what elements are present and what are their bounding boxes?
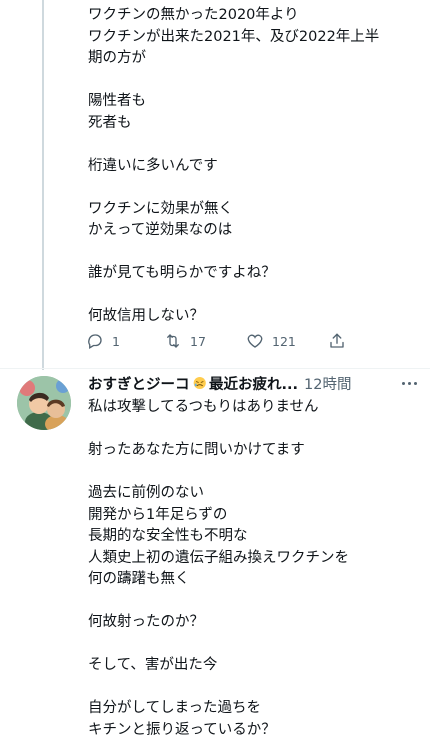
tweet-line: 過去に前例のない xyxy=(88,485,204,501)
tweet-line: キチンと振り返っているか？ xyxy=(88,721,276,738)
display-name-text: おすぎとジーコ xyxy=(88,376,190,393)
tweet-line: 何故射ったのか？ xyxy=(88,614,204,630)
tweet-line: 人類史上初の遺伝子組み換えワクチンを xyxy=(88,549,349,566)
tired-face-emoji-icon xyxy=(193,376,206,390)
tweet-line: 陽性者も xyxy=(88,93,146,109)
more-icon[interactable] xyxy=(399,374,419,392)
tweet-line: 桁違いに多いんです xyxy=(88,157,218,174)
retweet-button[interactable]: 17 xyxy=(164,332,246,350)
tweet-1-text: ワクチンの無かった2020年より ワクチンが出来た2021年、及び2022年上半… xyxy=(88,5,418,328)
timestamp[interactable]: 12時間 xyxy=(304,373,351,394)
display-name[interactable]: おすぎとジーコ 最近お疲れ... xyxy=(88,373,298,394)
tweet-line: かえって逆効果なのは xyxy=(88,222,233,238)
tweet-line: 私は攻撃してるつもりはありません xyxy=(88,399,319,415)
heart-icon xyxy=(247,334,263,348)
share-button[interactable] xyxy=(328,332,346,350)
tweet-thread: ワクチンの無かった2020年より ワクチンが出来た2021年、及び2022年上半… xyxy=(0,0,430,740)
tweet-1-action-bar: 1 17 121 xyxy=(86,330,366,352)
tweet-line: 自分がしてしまった過ちを xyxy=(88,700,261,716)
tweet-line: 死者も xyxy=(88,114,132,131)
tweet-line: 何故信用しない？ xyxy=(88,308,204,324)
tweet-line: ワクチンが出来た2021年、及び2022年上半 xyxy=(88,28,380,45)
tweet-2[interactable]: おすぎとジーコ 最近お疲れ... 12時間 私は攻撃してるつもりはありません 射… xyxy=(88,372,418,740)
tweet-line: 期の方が xyxy=(88,50,146,66)
tweet-line: ワクチンの無かった2020年より xyxy=(88,7,299,23)
tweet-line: 開発から1年足らずの xyxy=(88,506,228,523)
tweet-divider xyxy=(0,368,430,369)
tweet-line: 何の躊躇も無く xyxy=(88,571,190,587)
reply-icon xyxy=(88,334,102,349)
retweet-count: 17 xyxy=(190,333,206,349)
thread-connector-line xyxy=(42,0,44,370)
tweet-line: そして、害が出た今 xyxy=(88,657,218,673)
tweet-line: 誰が見ても明らかですよね？ xyxy=(88,265,276,281)
tweet-line: ワクチンに効果が無く xyxy=(88,200,233,217)
retweet-icon xyxy=(167,334,179,348)
reply-count: 1 xyxy=(112,333,120,349)
avatar[interactable] xyxy=(17,376,71,430)
reply-button[interactable]: 1 xyxy=(86,332,164,350)
like-button[interactable]: 121 xyxy=(246,332,328,350)
tweet-2-text: 私は攻撃してるつもりはありません 射ったあなた方に問いかけてます 過去に前例のな… xyxy=(88,397,418,740)
tweet-2-header: おすぎとジーコ 最近お疲れ... 12時間 xyxy=(88,372,418,394)
display-name-suffix: 最近お疲れ... xyxy=(208,376,298,393)
like-count: 121 xyxy=(272,333,296,349)
share-icon xyxy=(330,333,344,348)
tweet-line: 射ったあなた方に問いかけてます xyxy=(88,442,305,458)
tweet-line: 長期的な安全性も不明な xyxy=(88,528,248,544)
tweet-1[interactable]: ワクチンの無かった2020年より ワクチンが出来た2021年、及び2022年上半… xyxy=(88,0,418,328)
